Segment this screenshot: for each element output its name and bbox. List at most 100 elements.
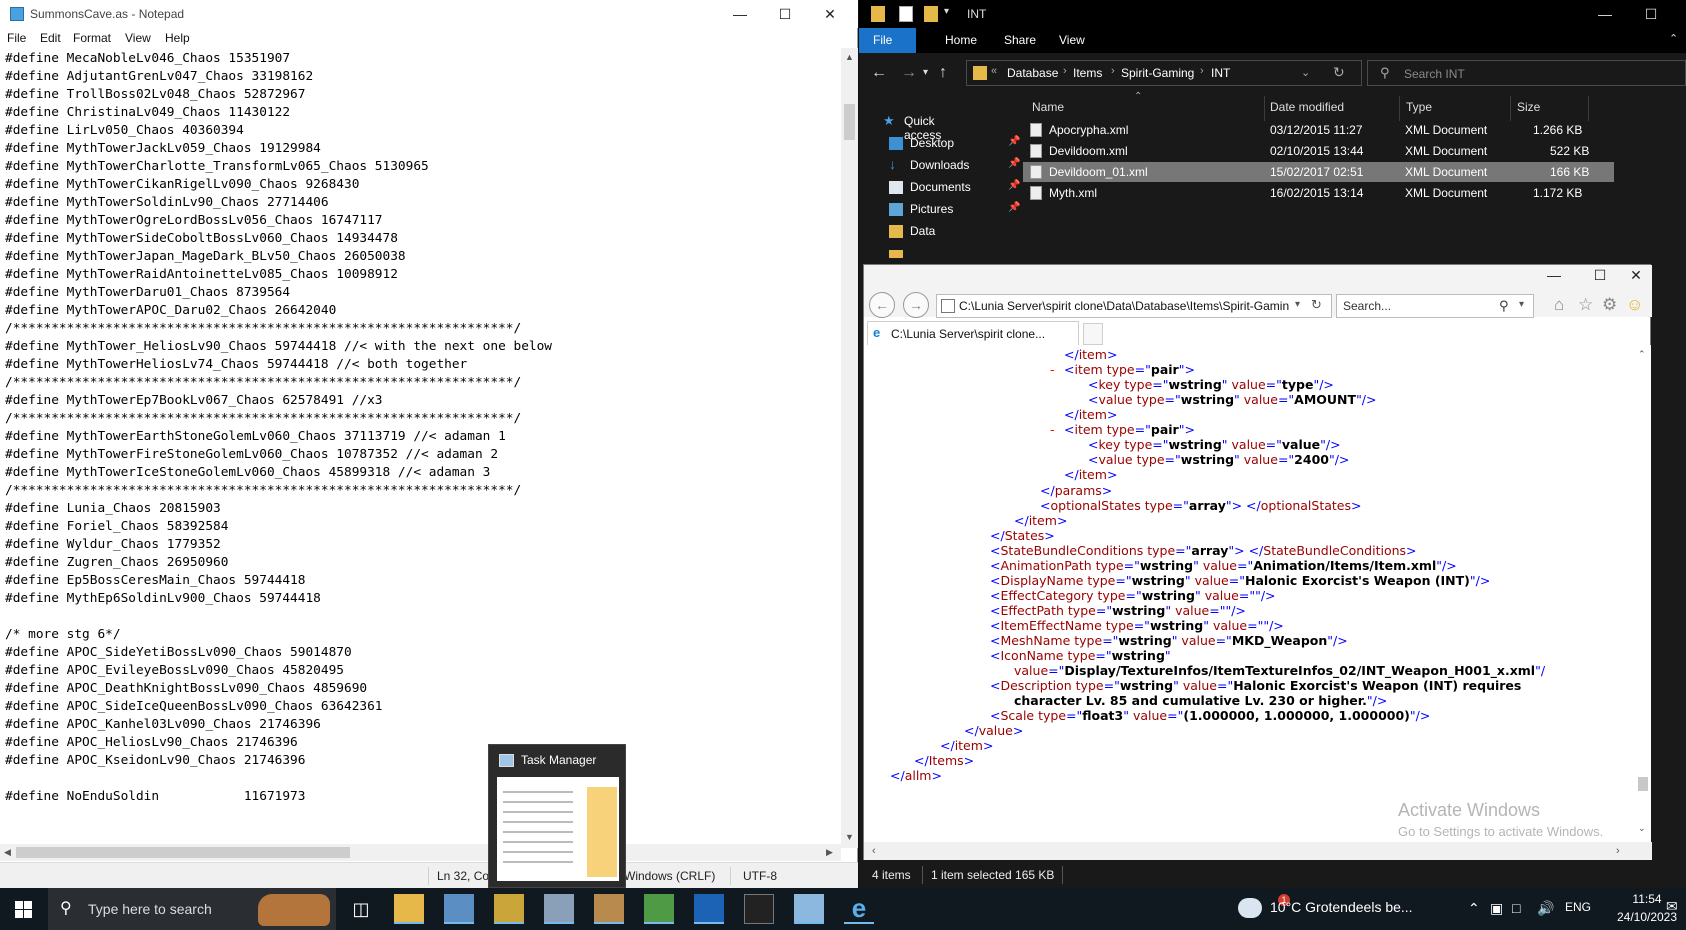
tab-view[interactable]: View: [1045, 28, 1099, 53]
refresh-icon[interactable]: ↻: [1311, 297, 1322, 313]
menu-help[interactable]: Help: [165, 31, 190, 45]
collapse-toggle[interactable]: -: [1050, 422, 1055, 438]
pin-icon[interactable]: 📌: [1008, 180, 1020, 191]
scroll-left-icon[interactable]: ‹: [872, 845, 876, 857]
up-arrow-icon[interactable]: ↑: [939, 64, 947, 82]
scroll-right-icon[interactable]: ›: [1616, 845, 1620, 857]
volume-icon[interactable]: 🔊: [1537, 900, 1554, 917]
smiley-feedback-icon[interactable]: ☺: [1626, 295, 1643, 315]
chevron-down-icon[interactable]: ▾: [1295, 299, 1300, 310]
ie-search-box[interactable]: Search... ⚲ ▾: [1336, 294, 1534, 318]
search-icon[interactable]: ⚲: [1499, 298, 1509, 314]
breadcrumb-overflow-icon[interactable]: «: [991, 65, 997, 77]
notepad-horizontal-scrollbar[interactable]: ◀ ▶: [0, 844, 841, 861]
menu-file[interactable]: File: [7, 31, 26, 45]
tab-share[interactable]: Share: [990, 28, 1050, 53]
column-divider[interactable]: [1510, 96, 1511, 121]
minimize-button[interactable]: —: [1534, 265, 1574, 285]
task-view-icon[interactable]: ◫: [346, 894, 376, 924]
recent-locations-icon[interactable]: ▾: [923, 67, 928, 78]
maximize-button[interactable]: ☐: [765, 4, 805, 24]
breadcrumb-separator-icon[interactable]: ›: [1063, 65, 1067, 77]
column-divider[interactable]: [1588, 96, 1589, 121]
close-button[interactable]: ✕: [810, 4, 850, 24]
forward-arrow-icon[interactable]: →: [901, 64, 917, 82]
maximize-button[interactable]: ☐: [1580, 265, 1620, 285]
breadcrumb-separator-icon[interactable]: ›: [1111, 65, 1115, 77]
ie-tab-active[interactable]: e C:\Lunia Server\spirit clone...: [867, 321, 1079, 345]
breadcrumb-spirit-gaming[interactable]: Spirit-Gaming: [1121, 66, 1194, 80]
scroll-down-icon[interactable]: ▼: [845, 832, 854, 842]
column-name[interactable]: Name: [1032, 100, 1064, 114]
scroll-up-icon[interactable]: ▲: [845, 52, 854, 62]
properties-icon[interactable]: [899, 6, 913, 22]
scroll-thumb[interactable]: [1638, 777, 1648, 791]
column-divider[interactable]: [1399, 96, 1400, 121]
camera-icon[interactable]: ▣: [1490, 900, 1503, 917]
tab-file[interactable]: File: [859, 28, 916, 53]
file-row[interactable]: Myth.xml 16/02/2015 13:14 XML Document 1…: [1023, 183, 1614, 203]
file-row[interactable]: Devildoom.xml 02/10/2015 13:44 XML Docum…: [1023, 141, 1614, 161]
internet-explorer-taskbar-icon[interactable]: e: [844, 894, 874, 924]
scroll-up-icon[interactable]: ⌃: [1638, 349, 1646, 360]
chevron-down-icon[interactable]: ▾: [944, 6, 954, 22]
new-folder-icon[interactable]: [924, 6, 938, 22]
search-highlight-horse-icon[interactable]: [258, 894, 330, 926]
weather-cloud-icon[interactable]: [1238, 898, 1262, 918]
chevron-up-icon[interactable]: ⌃: [1669, 32, 1678, 45]
home-icon[interactable]: ⌂: [1554, 295, 1564, 315]
breadcrumb-items[interactable]: Items: [1073, 66, 1102, 80]
pin-icon[interactable]: 📌: [1008, 158, 1020, 169]
scroll-left-icon[interactable]: ◀: [4, 847, 11, 858]
back-arrow-icon[interactable]: ←: [871, 64, 887, 82]
ie-vertical-scrollbar[interactable]: ⌃ ⌄: [1634, 345, 1651, 842]
game-server-taskbar-icon[interactable]: [594, 894, 624, 924]
language-indicator[interactable]: ENG: [1565, 900, 1591, 914]
task-manager-taskbar-icon[interactable]: [544, 894, 574, 924]
menu-edit[interactable]: Edit: [40, 31, 61, 45]
taskbar-search[interactable]: ⚲ Type here to search: [48, 888, 336, 930]
notepad-vertical-scrollbar[interactable]: ▲ ▼: [841, 48, 858, 848]
chevron-down-icon[interactable]: ⌄: [1301, 66, 1310, 79]
notification-icon[interactable]: ✉: [1666, 898, 1678, 915]
pin-icon[interactable]: 📌: [1008, 136, 1020, 147]
gear-icon[interactable]: ⚙: [1602, 295, 1617, 315]
tab-home[interactable]: Home: [931, 28, 991, 53]
back-arrow-icon[interactable]: ←: [869, 292, 895, 318]
favorites-star-icon[interactable]: ☆: [1578, 295, 1593, 315]
minimize-button[interactable]: —: [720, 4, 760, 24]
notepad-text-area[interactable]: #define MecaNobleLv046_Chaos 15351907 #de…: [0, 48, 840, 848]
column-date-modified[interactable]: Date modified: [1270, 100, 1344, 114]
explorer-search[interactable]: ⚲ Search INT: [1367, 60, 1686, 86]
pin-icon[interactable]: 📌: [1008, 202, 1020, 213]
maximize-button[interactable]: ☐: [1631, 4, 1671, 24]
weather-text[interactable]: 10°C Grotendeels be...: [1270, 899, 1413, 915]
network-icon[interactable]: □: [1512, 900, 1520, 916]
minimize-button[interactable]: —: [1585, 4, 1625, 24]
task-manager-thumbnail[interactable]: Task Manager: [488, 744, 626, 888]
forward-arrow-icon[interactable]: →: [903, 292, 929, 318]
column-size[interactable]: Size: [1517, 100, 1540, 114]
breadcrumb-int[interactable]: INT: [1211, 66, 1230, 80]
refresh-icon[interactable]: ↻: [1333, 64, 1345, 81]
start-button[interactable]: [0, 888, 48, 930]
notepad-plus-taskbar-icon[interactable]: [644, 894, 674, 924]
address-bar[interactable]: « Database › Items › Spirit-Gaming › INT…: [966, 60, 1362, 86]
close-button[interactable]: ✕: [1616, 265, 1656, 285]
shark-app-taskbar-icon[interactable]: [694, 894, 724, 924]
ie-address-bar[interactable]: C:\Lunia Server\spirit clone\Data\Databa…: [936, 294, 1332, 318]
chevron-up-icon[interactable]: ⌃: [1468, 900, 1480, 917]
file-row-selected[interactable]: Devildoom_01.xml 15/02/2017 02:51 XML Do…: [1023, 162, 1614, 182]
terminal-taskbar-icon[interactable]: [744, 894, 774, 924]
collapse-toggle[interactable]: -: [1050, 362, 1055, 378]
scroll-right-icon[interactable]: ▶: [826, 847, 833, 858]
new-tab-button[interactable]: [1083, 323, 1103, 345]
breadcrumb-database[interactable]: Database: [1007, 66, 1058, 80]
notepad-titlebar[interactable]: SummonsCave.as - Notepad — ☐ ✕: [0, 0, 858, 28]
explorer-titlebar[interactable]: ▾ INT — ☐: [859, 0, 1686, 28]
menu-format[interactable]: Format: [73, 31, 111, 45]
chevron-down-icon[interactable]: ▾: [1519, 299, 1524, 310]
scroll-down-icon[interactable]: ⌄: [1638, 823, 1646, 834]
file-explorer-taskbar-icon[interactable]: [394, 894, 424, 924]
file-row[interactable]: Apocrypha.xml 03/12/2015 11:27 XML Docum…: [1023, 120, 1614, 140]
